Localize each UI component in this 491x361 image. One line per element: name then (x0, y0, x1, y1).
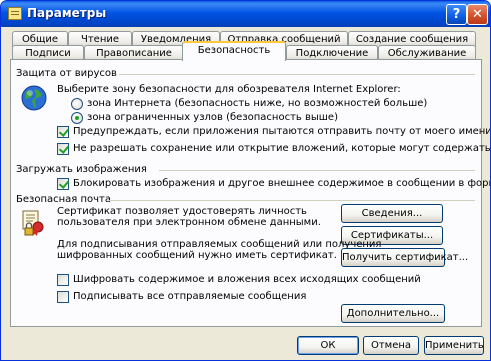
zone-restricted-radio[interactable] (71, 112, 83, 124)
options-dialog: Параметры ? ✕ Общие Чтение Уведомления О… (0, 0, 491, 361)
envelope-icon (8, 7, 22, 20)
encrypt-checkbox[interactable] (57, 274, 69, 286)
ok-button[interactable]: ОК (297, 336, 359, 355)
security-panel: Защита от вирусов Выберите зону безопасн… (10, 59, 490, 327)
block-images-checkbox[interactable] (57, 178, 69, 190)
sign-text-1: Для подписывания отправляемых сообщений … (57, 239, 382, 250)
cert-text-1: Сертификат позволяет удостоверять личнос… (57, 206, 307, 217)
advanced-button[interactable]: Дополнительно... (341, 304, 445, 323)
zone-internet-radio[interactable] (71, 98, 83, 110)
sign-text-2: шифрованных сообщений нужно иметь сертиф… (57, 250, 337, 261)
divider (109, 200, 475, 201)
cancel-button[interactable]: Отмена (363, 336, 419, 355)
close-button[interactable]: ✕ (467, 4, 488, 25)
help-button[interactable]: ? (446, 4, 467, 25)
block-images-label[interactable]: Блокировать изображения и другое внешнее… (73, 178, 490, 189)
encrypt-label[interactable]: Шифровать содержимое и вложения всех исх… (73, 274, 421, 285)
virus-heading: Защита от вирусов (16, 68, 117, 79)
secure-mail-heading: Безопасная почта (16, 194, 111, 205)
divider (159, 170, 475, 171)
zone-internet-label[interactable]: зона Интернета (безопасность ниже, но во… (87, 98, 427, 109)
sign-all-label[interactable]: Подписывать все отправляемые сообщения (73, 291, 306, 302)
certificate-icon (22, 210, 44, 236)
apply-button[interactable]: Применить (424, 336, 484, 355)
tab-security[interactable]: Безопасность (182, 41, 286, 61)
zone-restricted-label[interactable]: зона ограниченных узлов (безопасность вы… (87, 112, 338, 123)
divider (119, 74, 475, 75)
zone-label: Выберите зону безопасности для обозреват… (57, 84, 401, 95)
warn-send-label[interactable]: Предупреждать, если приложения пытаются … (73, 126, 490, 137)
sign-all-checkbox[interactable] (57, 291, 69, 303)
window-title: Параметры (27, 6, 107, 20)
globe-icon (21, 85, 47, 111)
cert-text-2: пользователя при электронном обмене данн… (57, 217, 321, 228)
title-bar[interactable]: Параметры ? ✕ (1, 1, 490, 27)
block-attachments-checkbox[interactable] (57, 143, 69, 155)
get-certificate-button[interactable]: Получить сертификат... (341, 248, 468, 267)
images-heading: Загружать изображения (16, 164, 147, 175)
info-button[interactable]: Сведения... (341, 204, 443, 223)
warn-send-checkbox[interactable] (57, 126, 69, 138)
block-attachments-label[interactable]: Не разрешать сохранение или открытие вло… (73, 143, 490, 154)
